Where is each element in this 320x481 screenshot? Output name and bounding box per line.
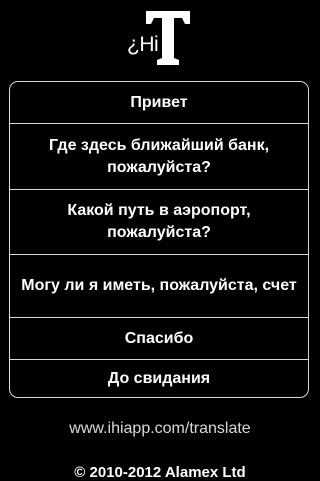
phrase-item-thank-you[interactable]: Спасибо — [10, 318, 308, 360]
logo-t-icon — [146, 11, 190, 65]
app-logo: ¿Hi — [127, 11, 193, 65]
phrase-item-bill[interactable]: Могу ли я иметь, пожалуйста, счет — [10, 255, 308, 318]
website-link[interactable]: www.ihiapp.com/translate — [0, 420, 320, 438]
phrase-item-nearest-bank[interactable]: Где здесь ближайший банк, пожалуйста? — [10, 124, 308, 190]
phrase-item-goodbye[interactable]: До свидания — [10, 360, 308, 397]
phrase-list: Привет Где здесь ближайший банк, пожалуй… — [9, 81, 309, 398]
phrase-item-airport-way[interactable]: Какой путь в аэропорт, пожалуйста? — [10, 190, 308, 255]
phrase-item-hello[interactable]: Привет — [10, 82, 308, 124]
copyright-text: © 2010-2012 Alamex Ltd — [74, 464, 246, 481]
